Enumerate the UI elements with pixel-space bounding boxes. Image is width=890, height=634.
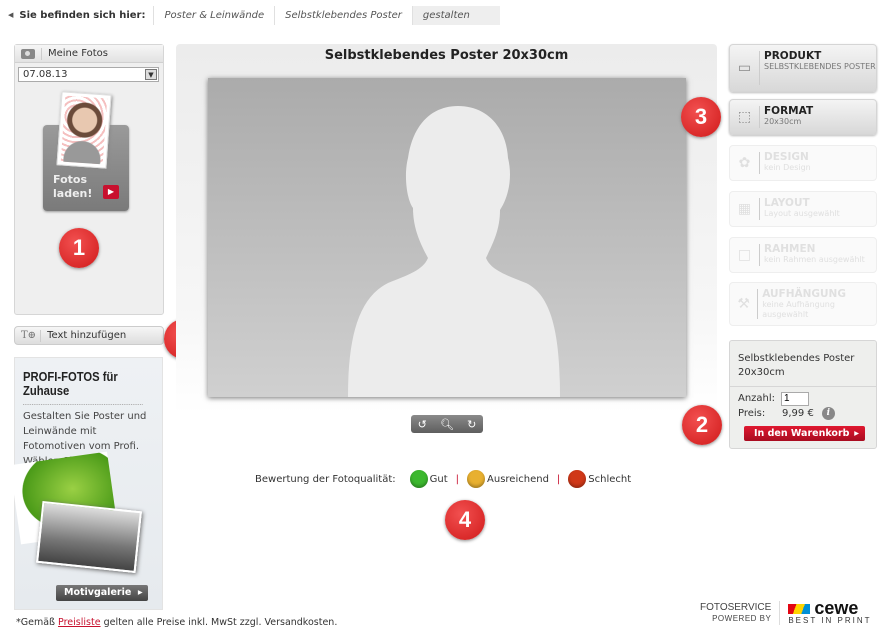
step-design: ✿ DESIGN kein Design bbox=[729, 145, 877, 181]
step-layout: ▦ LAYOUT Layout ausgewählt bbox=[729, 191, 877, 227]
price-box: Selbstklebendes Poster 20x30cm Anzahl: Pr… bbox=[729, 340, 877, 449]
frame-icon: □ bbox=[730, 244, 760, 266]
crop-icon: ⬚ bbox=[730, 106, 760, 128]
step-rahmen: □ RAHMEN kein Rahmen ausgewählt bbox=[729, 237, 877, 273]
my-photos-panel: Meine Fotos 07.08.13 ▼ Fotos laden! ▶ bbox=[14, 44, 164, 315]
poster-canvas[interactable] bbox=[208, 78, 686, 397]
info-icon[interactable]: i bbox=[821, 407, 835, 420]
step-sub: 20x30cm bbox=[764, 117, 802, 126]
breadcrumb: ◀ Sie befinden sich hier: Poster & Leinw… bbox=[0, 4, 500, 26]
price-list-link[interactable]: Preisliste bbox=[58, 617, 101, 628]
add-to-cart-button[interactable]: In den Warenkorb ▸ bbox=[744, 426, 865, 441]
step-badge-4: 4 bbox=[445, 500, 485, 540]
step-sub: Layout ausgewählt bbox=[764, 209, 840, 218]
image-toolbar: ↺ 🔍︎ ↻ bbox=[411, 415, 483, 433]
image-icon: ▭ bbox=[730, 51, 760, 85]
step-sub: SELBSTKLEBENDES POSTER bbox=[764, 62, 876, 71]
step-produkt[interactable]: ▭ PRODUKT SELBSTKLEBENDES POSTER bbox=[729, 44, 877, 92]
step-sub: keine Aufhängung ausgewählt bbox=[762, 300, 835, 319]
breadcrumb-selbstklebendes-poster[interactable]: Selbstklebendes Poster bbox=[274, 5, 412, 25]
step-title: LAYOUT bbox=[764, 197, 810, 209]
arrow-right-icon: ▸ bbox=[854, 428, 859, 439]
photo-quality-rating: Bewertung der Fotoqualität: Gut | Ausrei… bbox=[255, 470, 631, 488]
ad-title: PROFI-FOTOS für Zuhause bbox=[23, 370, 143, 405]
bad-smiley-icon bbox=[568, 470, 587, 488]
price-value: 9,99 € bbox=[782, 408, 814, 419]
cewe-stripes-icon bbox=[788, 604, 811, 614]
add-text-button[interactable]: T⊕ Text hinzufügen bbox=[14, 326, 164, 345]
my-photos-title: Meine Fotos bbox=[48, 48, 108, 59]
breadcrumb-poster-leinwaende[interactable]: Poster & Leinwände bbox=[153, 5, 274, 25]
cewe-logo: FOTOSERVICE POWERED BY cewe BEST IN PRINT bbox=[700, 598, 872, 625]
quantity-input[interactable] bbox=[781, 391, 810, 406]
cart-label: In den Warenkorb bbox=[754, 428, 850, 439]
rating-bad: Schlecht bbox=[588, 473, 632, 485]
step-badge-2: 2 bbox=[682, 405, 722, 445]
product-size: 20x30cm bbox=[738, 367, 785, 378]
breadcrumb-label: Sie befinden sich hier: bbox=[19, 9, 146, 21]
hammer-icon: ⚒ bbox=[730, 289, 759, 319]
step-format[interactable]: ⬚ FORMAT 20x30cm bbox=[729, 99, 877, 135]
rating-good: Gut bbox=[429, 473, 448, 485]
motif-gallery-label: Motivgalerie bbox=[64, 587, 132, 598]
step-aufhaengung: ⚒ AUFHÄNGUNG keine Aufhängung ausgewählt bbox=[729, 282, 877, 326]
layout-icon: ▦ bbox=[730, 198, 760, 220]
good-smiley-icon bbox=[409, 470, 428, 488]
step-badge-3: 3 bbox=[681, 97, 721, 137]
logo-brand: cewe bbox=[814, 598, 859, 618]
sample-photo bbox=[56, 91, 112, 169]
zoom-icon[interactable]: 🔍︎ bbox=[440, 418, 454, 431]
back-arrow-icon[interactable]: ◀ bbox=[8, 11, 13, 19]
upload-label: Fotos bbox=[53, 173, 87, 186]
step-sub: kein Design bbox=[764, 163, 811, 172]
logo-line2: POWERED BY bbox=[712, 613, 772, 623]
step-title: DESIGN bbox=[764, 151, 809, 163]
product-title: Selbstklebendes Poster 20x30cm bbox=[324, 48, 569, 63]
price-label: Preis: bbox=[738, 408, 766, 419]
step-title: FORMAT bbox=[764, 105, 814, 117]
logo-line1: FOTOSERVICE bbox=[700, 601, 772, 613]
step-sub: kein Rahmen ausgewählt bbox=[764, 255, 865, 264]
add-text-label: Text hinzufügen bbox=[47, 330, 127, 341]
date-value: 07.08.13 bbox=[23, 69, 68, 80]
ok-smiley-icon bbox=[467, 470, 486, 488]
note-post: gelten alle Preise inkl. MwSt zzgl. Vers… bbox=[100, 617, 338, 628]
breadcrumb-current: gestalten bbox=[411, 5, 500, 25]
rating-ok: Ausreichend bbox=[487, 473, 549, 485]
price-note: *Gemäß Preisliste gelten alle Preise ink… bbox=[16, 617, 337, 628]
rotate-left-icon[interactable]: ↺ bbox=[418, 418, 427, 431]
step-title: PRODUKT bbox=[764, 50, 822, 62]
step-badge-1: 1 bbox=[59, 228, 99, 268]
play-icon: ▶ bbox=[103, 185, 119, 199]
note-pre: *Gemäß bbox=[16, 617, 59, 628]
motif-gallery-button[interactable]: Motivgalerie ▸ bbox=[56, 585, 148, 601]
quantity-label: Anzahl: bbox=[738, 393, 776, 404]
date-select[interactable]: 07.08.13 ▼ bbox=[18, 67, 159, 82]
step-title: RAHMEN bbox=[764, 243, 816, 255]
chevron-down-icon[interactable]: ▼ bbox=[145, 69, 157, 80]
ad-banner[interactable]: PROFI-FOTOS für Zuhause Gestalten Sie Po… bbox=[9, 357, 163, 610]
logo-tagline: BEST IN PRINT bbox=[788, 616, 872, 625]
city-image bbox=[36, 500, 142, 574]
rotate-right-icon[interactable]: ↻ bbox=[467, 418, 476, 431]
butterfly-icon: ✿ bbox=[730, 152, 760, 174]
rating-label: Bewertung der Fotoqualität: bbox=[255, 473, 396, 485]
step-title: AUFHÄNGUNG bbox=[762, 288, 846, 300]
placeholder-silhouette-icon bbox=[348, 106, 560, 397]
camera-icon bbox=[21, 48, 35, 59]
text-add-icon: T⊕ bbox=[21, 330, 37, 341]
product-name: Selbstklebendes Poster bbox=[738, 353, 855, 364]
upload-label-2: laden! bbox=[53, 187, 93, 200]
